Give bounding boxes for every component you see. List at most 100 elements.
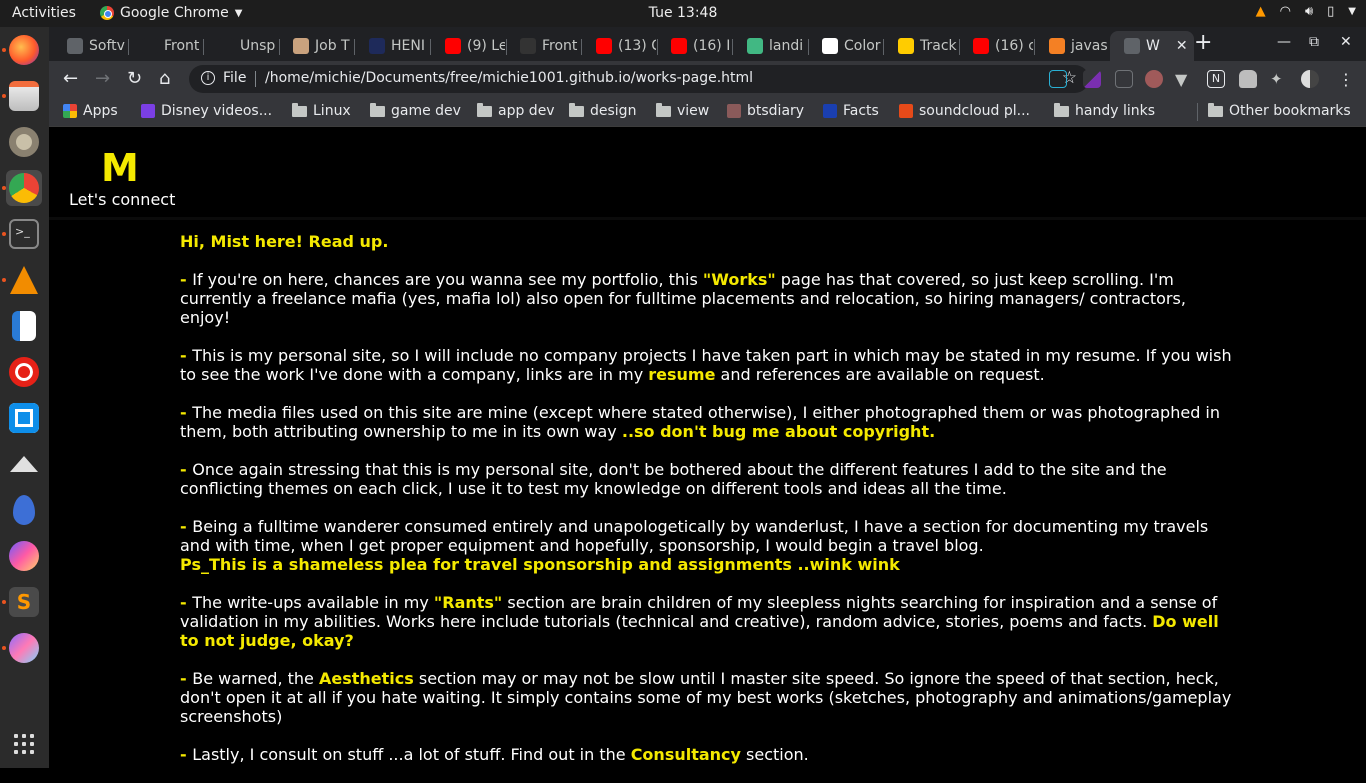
back-button[interactable]: ← <box>63 68 78 89</box>
site-logo[interactable]: M <box>101 146 139 190</box>
menu-icon[interactable]: ⋮ <box>1337 70 1355 89</box>
tab-favicon-icon <box>671 38 687 54</box>
bookmark-item[interactable]: btsdiary <box>727 103 804 119</box>
system-tray[interactable]: ▲ ◠ 🔊︎ ▯ ▼ <box>1256 4 1356 19</box>
extension-icon[interactable] <box>1145 70 1163 88</box>
tab[interactable]: (13) C <box>582 31 656 61</box>
clock[interactable]: Tue 13:48 <box>0 5 1366 21</box>
bookmark-item[interactable]: design <box>569 102 636 119</box>
vuejs-devtools-icon[interactable]: ▼ <box>1175 70 1193 89</box>
bookmark-label: Apps <box>83 103 118 119</box>
show-applications-button[interactable] <box>6 726 42 762</box>
firefox-launcher[interactable] <box>6 32 42 68</box>
folder-icon <box>1054 102 1069 117</box>
notion-icon[interactable]: N <box>1207 70 1225 88</box>
bullet: - <box>180 517 193 536</box>
bookmark-label: view <box>677 103 710 119</box>
close-tab-icon[interactable]: ✕ <box>1176 38 1188 54</box>
extensions-puzzle-icon[interactable]: ✦ <box>1270 70 1288 88</box>
minimize-button[interactable]: — <box>1277 34 1291 50</box>
vlc-cone-icon <box>10 266 38 294</box>
home-button[interactable]: ⌂ <box>159 68 170 89</box>
folder-icon <box>370 102 385 117</box>
tab-label: (16) c <box>995 38 1033 54</box>
maximize-button[interactable]: ⧉ <box>1309 34 1319 50</box>
forward-button[interactable]: → <box>95 68 110 89</box>
folder-icon <box>569 102 584 117</box>
tab[interactable]: Front <box>128 31 202 61</box>
app-launcher-gradient[interactable] <box>6 538 42 574</box>
vlc-tray-icon[interactable]: ▲ <box>1256 4 1266 19</box>
rhythmbox-launcher[interactable] <box>6 124 42 160</box>
bookmark-item[interactable]: view <box>656 102 710 119</box>
consultancy-highlight: Consultancy <box>630 745 741 764</box>
tab[interactable]: (16) I <box>657 31 731 61</box>
tab[interactable]: Color <box>808 31 882 61</box>
tab-favicon-icon <box>1049 38 1065 54</box>
paragraph-consultancy: - Lastly, I consult on stuff ...a lot of… <box>180 745 1240 764</box>
other-bookmarks-folder[interactable]: Other bookmarks <box>1208 102 1351 119</box>
new-tab-button[interactable]: + <box>1194 30 1212 55</box>
terminal-launcher[interactable]: >_ <box>6 216 42 252</box>
tab[interactable]: Unsp <box>204 31 278 61</box>
inkscape-launcher[interactable] <box>6 446 42 482</box>
info-icon[interactable]: i <box>201 71 215 85</box>
paragraph-text: The write-ups available in my <box>192 593 434 612</box>
bookmark-item[interactable]: handy links <box>1054 102 1155 119</box>
bookmark-item[interactable]: game dev <box>370 102 461 119</box>
extension-icon[interactable] <box>1239 70 1257 88</box>
bookmark-item[interactable]: Linux <box>292 102 351 119</box>
tab[interactable]: W ✕ <box>1110 31 1194 61</box>
app-launcher-blue[interactable] <box>6 492 42 528</box>
chrome-launcher[interactable] <box>6 170 42 206</box>
color-picker-extension-icon[interactable] <box>1083 70 1101 88</box>
tab[interactable]: Track <box>884 31 958 61</box>
tab-favicon-icon <box>142 38 158 54</box>
resume-link[interactable]: resume <box>648 365 715 384</box>
profile-avatar[interactable] <box>1301 70 1319 88</box>
bookmark-item[interactable]: Disney videos... <box>141 103 272 119</box>
bookmark-favicon-icon <box>823 104 837 118</box>
tab[interactable]: landi <box>733 31 807 61</box>
bookmark-label: app dev <box>498 103 555 119</box>
running-indicator <box>2 646 6 650</box>
tab-favicon-icon <box>293 38 309 54</box>
url-text[interactable]: /home/michie/Documents/free/michie1001.g… <box>265 70 753 86</box>
youtube-music-launcher[interactable] <box>6 354 42 390</box>
close-window-button[interactable]: ✕ <box>1340 34 1352 50</box>
tab[interactable]: Job T <box>279 31 353 61</box>
address-bar[interactable]: i File /home/michie/Documents/free/michi… <box>189 65 1089 93</box>
vlc-launcher[interactable] <box>6 262 42 298</box>
bookmark-item[interactable]: Apps <box>63 103 118 119</box>
sublime-launcher[interactable]: S <box>6 584 42 620</box>
teamviewer-launcher[interactable] <box>6 400 42 436</box>
tab-label: Front <box>164 38 200 54</box>
tab[interactable]: javas <box>1035 31 1109 61</box>
divider <box>1197 103 1198 121</box>
bookmark-item[interactable]: Facts <box>823 103 879 119</box>
app-launcher-gradient-2[interactable] <box>6 630 42 666</box>
bookmark-label: btsdiary <box>747 103 805 119</box>
lets-connect-link[interactable]: Let's connect <box>69 190 175 209</box>
tab[interactable]: HENI <box>355 31 429 61</box>
tab[interactable]: (9) Le <box>431 31 505 61</box>
folder-icon <box>656 102 671 117</box>
bookmark-item[interactable]: soundcloud pl... <box>899 103 1030 119</box>
bookmark-item[interactable]: app dev <box>477 102 555 119</box>
reload-button[interactable]: ↻ <box>127 68 142 89</box>
sublime-icon: S <box>9 587 39 617</box>
extension-icon[interactable] <box>1049 70 1067 88</box>
tab-favicon-icon <box>898 38 914 54</box>
tab[interactable]: Softv <box>53 31 127 61</box>
tab[interactable]: (16) c <box>959 31 1033 61</box>
files-launcher[interactable] <box>6 78 42 114</box>
paragraph-text: Being a fulltime wanderer consumed entir… <box>180 517 1209 555</box>
other-bookmarks-label: Other bookmarks <box>1229 103 1351 119</box>
tab[interactable]: Front <box>506 31 580 61</box>
bullet: - <box>180 745 193 764</box>
folder-icon <box>477 102 492 117</box>
writer-launcher[interactable] <box>6 308 42 344</box>
bookmark-extension-icon[interactable] <box>1115 70 1133 88</box>
tab-favicon-icon <box>973 38 989 54</box>
files-icon <box>9 81 39 111</box>
